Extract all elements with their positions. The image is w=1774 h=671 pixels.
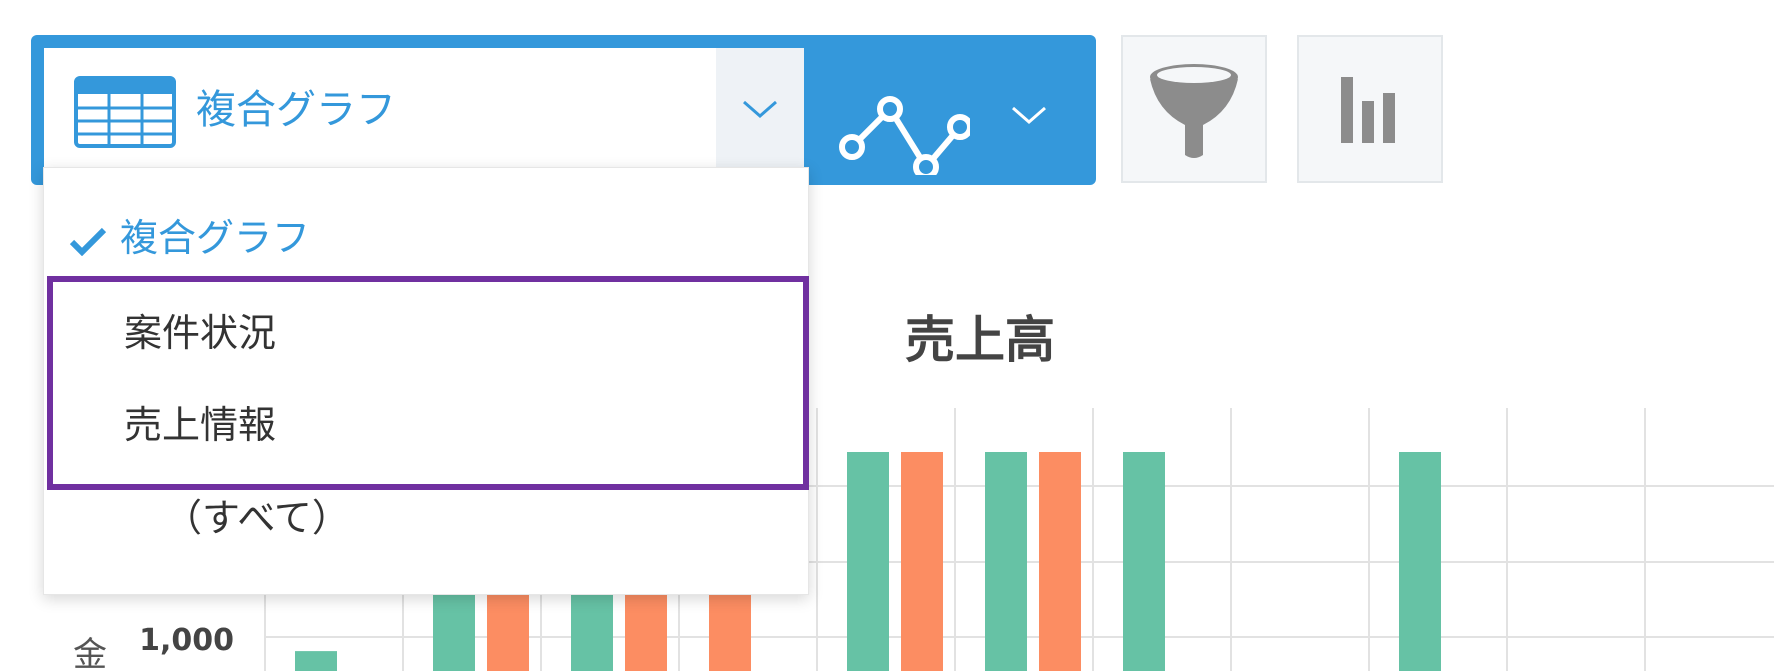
chevron-down-icon (743, 100, 777, 118)
bar-chart-icon (1341, 77, 1395, 143)
table-icon (74, 76, 176, 148)
filter-button[interactable] (1121, 35, 1267, 183)
dropdown-item-label: 案件状況 (124, 311, 277, 355)
filter-icon (1150, 64, 1238, 158)
dropdown-item[interactable]: 売上情報 (44, 395, 808, 455)
dropdown-item-label: 売上情報 (124, 403, 277, 447)
bar[interactable] (985, 452, 1027, 671)
chevron-down-icon[interactable] (1009, 102, 1049, 128)
current-view-name: 複合グラフ (196, 87, 396, 133)
view-selector-field[interactable]: 複合グラフ (44, 48, 804, 172)
dropdown-item[interactable]: （すべて） (44, 488, 808, 548)
bar[interactable] (295, 651, 337, 671)
bar[interactable] (1039, 452, 1081, 671)
dropdown-item-selected[interactable]: 複合グラフ (44, 208, 808, 268)
bar[interactable] (901, 452, 943, 671)
chart-title: 売上高 (905, 311, 1055, 369)
y-tick-label: 1,000 (139, 623, 234, 658)
view-dropdown-menu: 複合グラフ 案件状況 売上情報 （すべて） (43, 167, 809, 595)
bar[interactable] (847, 452, 889, 671)
view-dropdown-toggle[interactable] (716, 48, 804, 172)
line-graph-icon[interactable] (838, 75, 970, 175)
view-selector[interactable]: 複合グラフ (31, 35, 1096, 185)
check-icon (69, 227, 107, 256)
dropdown-item-label: 複合グラフ (120, 216, 311, 260)
dropdown-item[interactable]: 案件状況 (44, 303, 808, 363)
dropdown-item-label: （すべて） (164, 496, 350, 540)
bar[interactable] (1123, 452, 1165, 671)
bar[interactable] (1399, 452, 1441, 671)
chart-settings-button[interactable] (1297, 35, 1443, 183)
y-axis-label: 金 (73, 635, 107, 671)
